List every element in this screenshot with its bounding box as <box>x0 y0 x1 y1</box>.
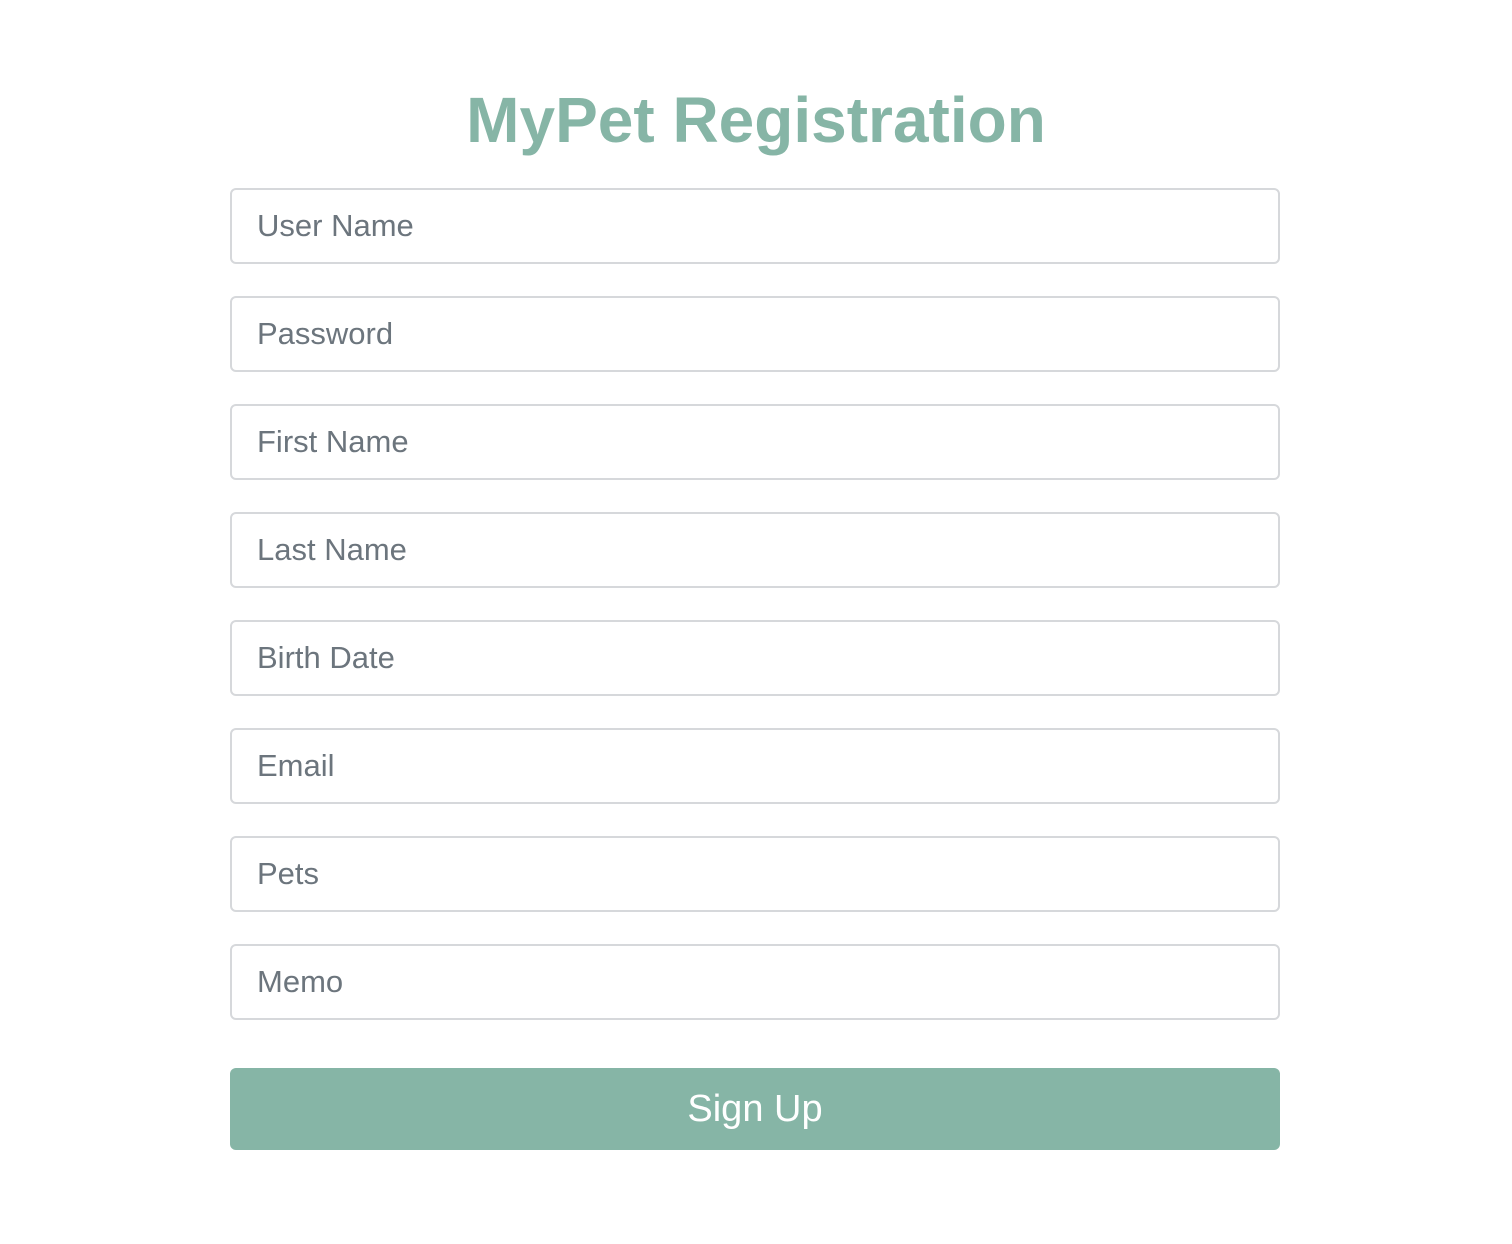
email-input[interactable] <box>230 728 1280 804</box>
registration-page: MyPet Registration Sign Up <box>0 0 1512 1244</box>
username-input[interactable] <box>230 188 1280 264</box>
registration-form <box>230 188 1280 1052</box>
birth-date-input[interactable] <box>230 620 1280 696</box>
sign-up-button[interactable]: Sign Up <box>230 1068 1280 1150</box>
page-title: MyPet Registration <box>466 84 1046 156</box>
memo-input[interactable] <box>230 944 1280 1020</box>
last-name-input[interactable] <box>230 512 1280 588</box>
first-name-input[interactable] <box>230 404 1280 480</box>
pets-input[interactable] <box>230 836 1280 912</box>
password-input[interactable] <box>230 296 1280 372</box>
